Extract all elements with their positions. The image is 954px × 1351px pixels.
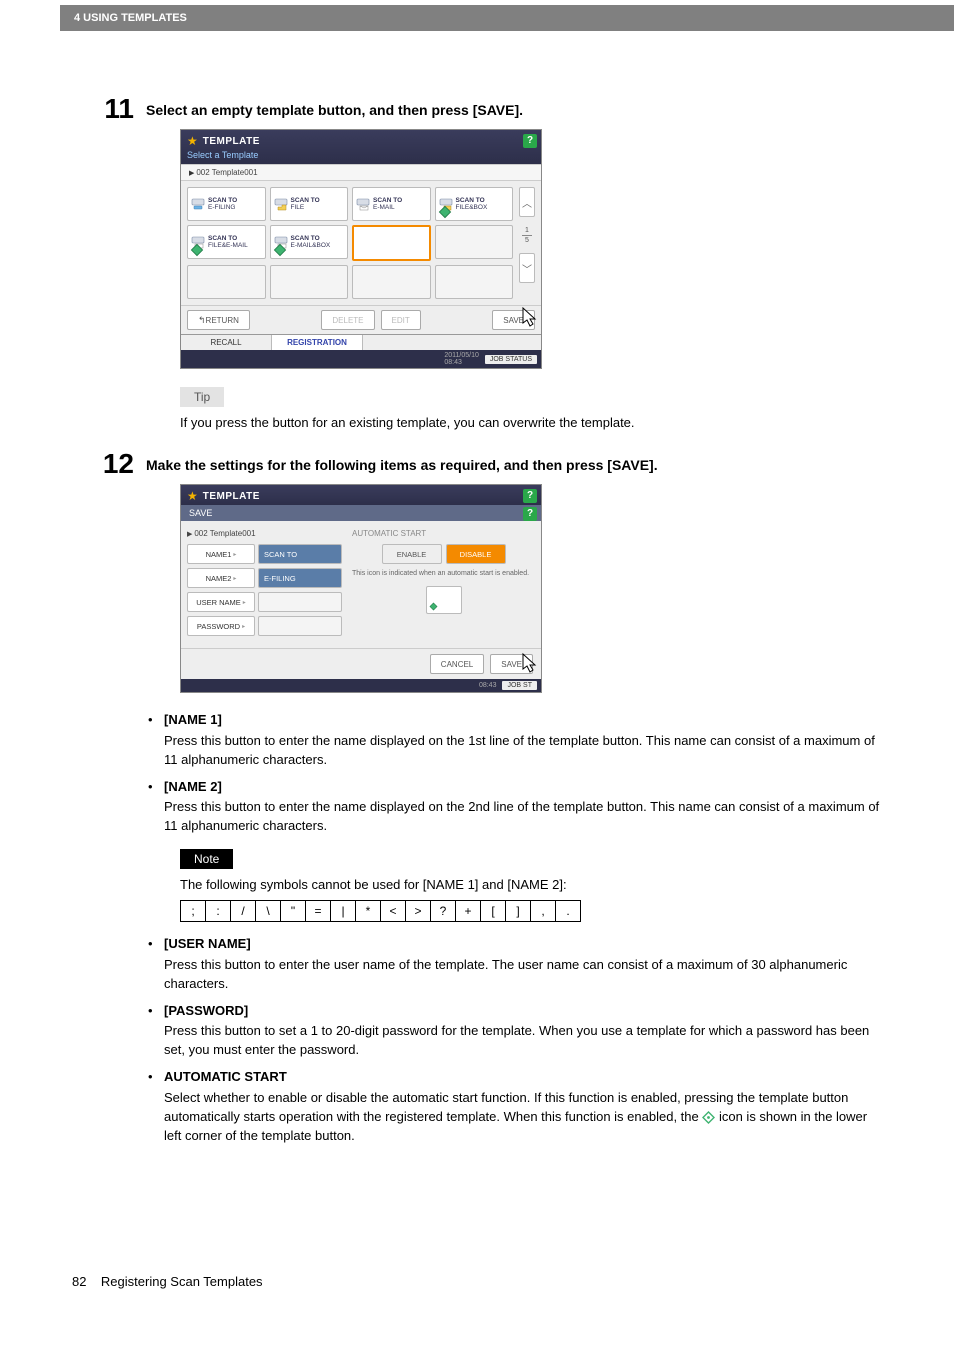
automatic-start-label: AUTOMATIC START [352,529,535,538]
symbol-cell: / [231,901,256,922]
tip-text: If you press the button for an existing … [180,415,882,430]
help-icon[interactable]: ? [523,507,537,521]
page-indicator: 15 [519,221,535,249]
name1-value: SCAN TO [258,544,342,564]
name2-button[interactable]: NAME2▸ [187,568,255,588]
help-icon[interactable]: ? [523,134,537,148]
symbol-cell: [ [481,901,506,922]
cancel-button[interactable]: CANCEL [430,654,484,674]
page-footer: 82 Registering Scan Templates [72,1274,263,1289]
symbol-cell: ? [431,901,456,922]
symbol-cell: = [306,901,331,922]
preview-box [426,586,462,614]
item-name1: [NAME 1] Press this button to enter the … [148,711,882,770]
tab-registration[interactable]: REGISTRATION [272,335,363,350]
password-button[interactable]: PASSWORD▸ [187,616,255,636]
job-status-button[interactable]: JOB STATUS [485,355,537,364]
screen-subtitle: Select a Template [187,150,535,160]
symbol-cell: | [331,901,356,922]
pointer-icon [517,652,543,678]
symbol-cell: ] [506,901,531,922]
scanner-icon [191,235,205,249]
step-11-number: 11 [76,95,146,123]
template-cell[interactable]: SCAN TOE-MAIL [352,187,431,221]
status-time: 08:43 [479,682,497,689]
symbol-cell: < [381,901,406,922]
tip-label: Tip [180,387,224,407]
symbol-cell: " [281,901,306,922]
item-automatic-start: AUTOMATIC START Select whether to enable… [148,1068,882,1145]
item-username: [USER NAME] Press this button to enter t… [148,935,882,994]
step-12-instruction: Make the settings for the following item… [146,450,658,473]
help-icon[interactable]: ? [523,489,537,503]
symbol-cell: > [406,901,431,922]
template-cell-empty[interactable] [352,265,431,299]
job-status-button[interactable]: JOB ST [502,681,537,690]
screen-title: TEMPLATE [203,136,260,147]
symbol-cell: ; [181,901,206,922]
template-cell[interactable]: SCAN TOE-MAIL&BOX [270,225,349,259]
item-name2: [NAME 2] Press this button to enter the … [148,778,882,837]
username-value [258,592,342,612]
template-cell-empty[interactable] [435,265,514,299]
scroll-up-button[interactable]: ︿ [519,187,535,217]
name2-value: E-FILING [258,568,342,588]
template-cell-empty[interactable] [270,265,349,299]
scroll-down-button[interactable]: ﹀ [519,253,535,283]
star-icon: ★ [187,134,198,148]
screen-title: TEMPLATE [203,491,260,502]
section-header-bar: 4 USING TEMPLATES [60,5,954,31]
return-button[interactable]: RETURN [187,310,250,330]
template-cell-empty[interactable] [435,225,514,259]
username-button[interactable]: USER NAME▸ [187,592,255,612]
symbols-table: ;:/\"=|*<>?+[],. [180,900,581,922]
disable-button[interactable]: DISABLE [446,544,506,564]
enable-button[interactable]: ENABLE [382,544,442,564]
autostart-icon [702,1111,715,1124]
template-cell[interactable]: SCAN TOFILE [270,187,349,221]
pointer-icon [517,306,543,332]
star-icon: ★ [187,489,198,503]
note-text: The following symbols cannot be used for… [180,877,882,892]
symbol-cell: + [456,901,481,922]
template-cell[interactable]: SCAN TOE-FILING [187,187,266,221]
breadcrumb: 002 Template001 [181,164,541,181]
screenshot-save-template: ★ TEMPLATE ? SAVE ? 002 Template001 NAME… [180,484,542,693]
scanner-icon [439,197,453,211]
screen-subtitle: SAVE [189,508,212,518]
template-cell[interactable]: SCAN TOFILE&BOX [435,187,514,221]
symbol-cell: * [356,901,381,922]
step-11-instruction: Select an empty template button, and the… [146,95,523,118]
template-cell-empty[interactable] [187,265,266,299]
status-date: 2011/05/1008:43 [444,352,479,366]
tab-recall[interactable]: RECALL [181,335,272,350]
scanner-icon [274,235,288,249]
scanner-icon [191,197,205,211]
autostart-icon [429,602,438,611]
symbol-cell: , [531,901,556,922]
delete-button[interactable]: DELETE [321,310,374,330]
symbol-cell: . [556,901,581,922]
note-label: Note [180,849,233,869]
step-12-number: 12 [76,450,146,478]
template-cell-empty-selected[interactable] [352,225,431,261]
breadcrumb: 002 Template001 [187,529,342,538]
template-cell[interactable]: SCAN TOFILE&E-MAIL [187,225,266,259]
edit-button[interactable]: EDIT [381,310,421,330]
scanner-icon [274,197,288,211]
scanner-icon [356,197,370,211]
symbol-cell: : [206,901,231,922]
item-password: [PASSWORD] Press this button to set a 1 … [148,1002,882,1061]
password-value [258,616,342,636]
auto-start-hint: This icon is indicated when an automatic… [352,570,535,578]
symbol-cell: \ [256,901,281,922]
section-header-text: 4 USING TEMPLATES [60,5,954,24]
screenshot-select-template: ★ TEMPLATE Select a Template ? 002 Templ… [180,129,542,369]
name1-button[interactable]: NAME1▸ [187,544,255,564]
